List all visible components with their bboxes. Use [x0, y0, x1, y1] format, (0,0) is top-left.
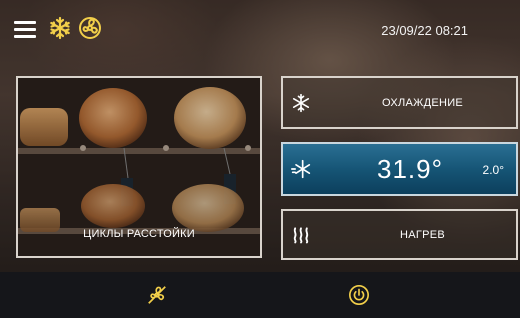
heat-waves-icon [293, 226, 309, 243]
menu-icon[interactable] [14, 21, 36, 38]
top-bar: 23/09/22 08:21 [0, 0, 520, 60]
temperature-panel[interactable]: 31.9° 2.0° [281, 142, 518, 196]
snowflake-icon[interactable] [48, 16, 72, 40]
temperature-delta: 2.0° [482, 163, 504, 177]
fan-off-icon[interactable] [146, 284, 168, 306]
cooling-button[interactable]: ОХЛАЖДЕНИЕ [281, 76, 518, 129]
proofing-cycles-label: ЦИКЛЫ РАССТОЙКИ [83, 228, 195, 240]
heating-button[interactable]: НАГРЕВ [281, 209, 518, 260]
bottom-bar [0, 272, 520, 318]
datetime: 23/09/22 08:21 [381, 23, 468, 38]
snowflake-icon [292, 93, 310, 112]
temperature-value: 31.9° [377, 154, 444, 184]
power-icon[interactable] [348, 284, 370, 306]
fan-icon[interactable] [78, 16, 102, 40]
proofing-cycles-button[interactable]: ЦИКЛЫ РАССТОЙКИ [16, 76, 262, 258]
cooling-label: ОХЛАЖДЕНИЕ [381, 96, 464, 109]
heating-label: НАГРЕВ [399, 228, 446, 241]
snowflake-wind-icon [291, 159, 311, 179]
